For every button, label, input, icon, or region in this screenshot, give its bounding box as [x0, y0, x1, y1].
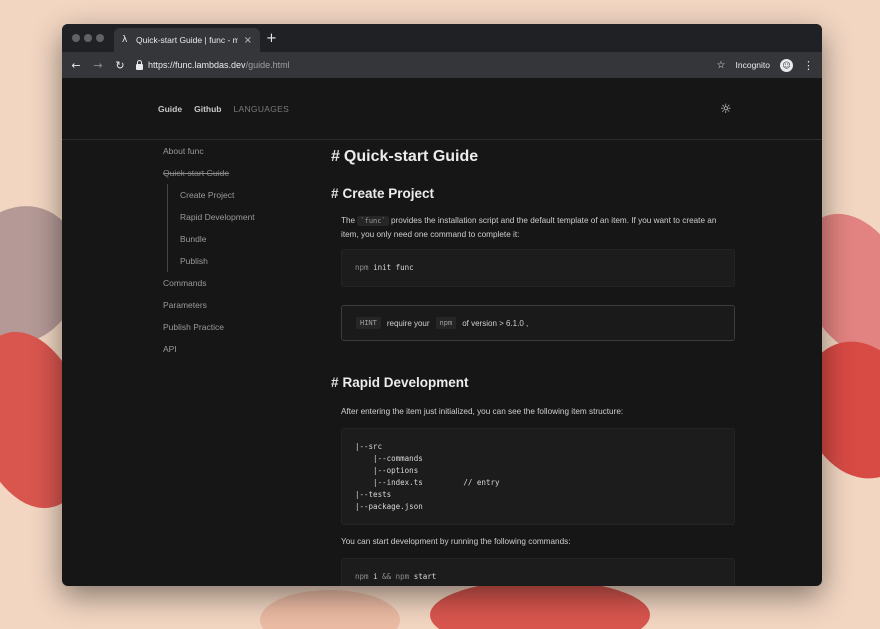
- close-window-button[interactable]: [72, 34, 80, 42]
- decorative-blob: [430, 580, 650, 629]
- hint-box: HINT require your npm of version > 6.1.0…: [341, 305, 735, 341]
- browser-toolbar: ← → ↻ https://func.lambdas.dev/guide.htm…: [62, 52, 822, 78]
- back-icon[interactable]: ←: [70, 59, 82, 72]
- incognito-label: Incognito: [735, 60, 771, 70]
- sidebar: About func Quick-start Guide Create Proj…: [163, 140, 323, 360]
- sidebar-item-api[interactable]: API: [163, 338, 323, 360]
- sidebar-item-about[interactable]: About func: [163, 140, 323, 162]
- main-content: # Quick-start Guide # Create Project The `…: [331, 140, 735, 586]
- tab-title: Quick-start Guide | func - moder: [136, 35, 238, 45]
- lock-icon: [136, 59, 143, 70]
- code-block-start: npm i && npm start: [341, 558, 735, 586]
- page-title: # Quick-start Guide: [331, 148, 479, 165]
- forward-icon[interactable]: →: [92, 59, 104, 72]
- code-block-init: npm init func: [341, 249, 735, 287]
- url-text: https://func.lambdas.dev/guide.html: [148, 60, 290, 70]
- section-heading-create-project: # Create Project: [331, 186, 435, 201]
- sidebar-subitem-publish[interactable]: Publish: [180, 250, 323, 272]
- paragraph-structure: After entering the item just initialized…: [341, 407, 624, 416]
- lambda-icon: λ: [122, 35, 128, 45]
- sidebar-subgroup: Create Project Rapid Development Bundle …: [167, 184, 323, 272]
- site-nav: Guide Github LANGUAGES: [158, 78, 289, 140]
- sidebar-item-parameters[interactable]: Parameters: [163, 294, 323, 316]
- hint-tag: HINT: [356, 317, 381, 329]
- sidebar-item-publish-practice[interactable]: Publish Practice: [163, 316, 323, 338]
- browser-window: λ Quick-start Guide | func - moder × + ←…: [62, 24, 822, 586]
- browser-tab[interactable]: λ Quick-start Guide | func - moder ×: [114, 28, 260, 52]
- address-bar[interactable]: https://func.lambdas.dev/guide.html: [136, 55, 707, 75]
- minimize-window-button[interactable]: [84, 34, 92, 42]
- paragraph-create-project: The `func` provides the installation scr…: [341, 216, 717, 239]
- nav-github[interactable]: Github: [194, 104, 221, 114]
- paragraph-start: You can start development by running the…: [341, 537, 571, 546]
- star-icon[interactable]: ☆: [717, 60, 726, 71]
- sidebar-item-quick-start[interactable]: Quick-start Guide: [163, 162, 323, 184]
- inline-code: `func`: [357, 216, 389, 226]
- inline-code: npm: [435, 317, 457, 329]
- nav-guide[interactable]: Guide: [158, 104, 182, 114]
- nav-languages[interactable]: LANGUAGES: [233, 104, 289, 114]
- site-header: Guide Github LANGUAGES ☼: [62, 78, 822, 140]
- maximize-window-button[interactable]: [96, 34, 104, 42]
- menu-icon[interactable]: ⋮: [803, 59, 814, 72]
- decorative-blob: [260, 590, 400, 629]
- sun-icon[interactable]: ☼: [720, 102, 732, 117]
- code-block-tree: |--src |--commands |--options |--index.t…: [341, 428, 735, 525]
- sidebar-item-commands[interactable]: Commands: [163, 272, 323, 294]
- reload-icon[interactable]: ↻: [114, 59, 126, 72]
- tab-bar: λ Quick-start Guide | func - moder × +: [62, 24, 822, 52]
- sidebar-subitem-rapid-development[interactable]: Rapid Development: [180, 206, 323, 228]
- new-tab-button[interactable]: +: [266, 31, 277, 46]
- sidebar-subitem-bundle[interactable]: Bundle: [180, 228, 323, 250]
- section-heading-rapid-development: # Rapid Development: [331, 375, 469, 390]
- incognito-icon[interactable]: ☺: [780, 58, 793, 72]
- close-icon[interactable]: ×: [244, 35, 252, 46]
- sidebar-subitem-create-project[interactable]: Create Project: [180, 184, 323, 206]
